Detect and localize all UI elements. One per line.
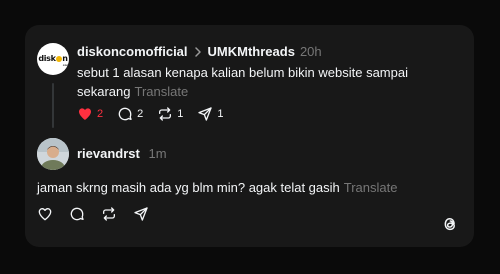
thread-card: disk n com diskoncomofficial UMKMthreads 2… (25, 25, 474, 247)
threads-logo-icon[interactable] (441, 215, 459, 233)
share-count: 1 (217, 108, 224, 120)
repost-count: 1 (177, 108, 184, 120)
share-icon (134, 207, 148, 221)
comment-count: 2 (137, 108, 144, 120)
diskon-logo: disk n com (38, 54, 69, 67)
repost-icon (103, 207, 115, 221)
comment-icon (118, 107, 132, 121)
post-text: sebut 1 alasan kenapa kalian belum bikin… (77, 65, 408, 99)
like-count: 2 (97, 108, 104, 120)
reply-share-button[interactable] (133, 206, 149, 222)
heart-icon (79, 108, 91, 120)
chevron-right-icon (194, 46, 201, 57)
share-icon (198, 107, 213, 121)
post-username[interactable]: diskoncomofficial (77, 43, 188, 60)
comment-icon (70, 207, 84, 221)
repost-icon (159, 107, 172, 121)
thread-connector-line (52, 83, 54, 128)
reply-time[interactable]: 1m (149, 146, 167, 161)
post-time[interactable]: 20h (300, 43, 322, 60)
reply-translate-link[interactable]: Translate (344, 180, 398, 195)
reply-text-block: jaman skrng masih ada yg blm min? agak t… (37, 179, 397, 196)
reply-actions (37, 206, 165, 222)
share-button[interactable]: 1 (197, 106, 224, 122)
post-translate-link[interactable]: Translate (134, 84, 188, 99)
heart-icon (38, 208, 52, 221)
reply-username[interactable]: rievandrst (77, 146, 140, 161)
reply-comment-button[interactable] (69, 206, 85, 222)
reply-header: rievandrst 1m (77, 145, 167, 162)
like-button[interactable]: 2 (77, 106, 103, 122)
post-text-block: sebut 1 alasan kenapa kalian belum bikin… (77, 63, 457, 101)
reply-to-username[interactable]: UMKMthreads (208, 43, 295, 60)
avatar-diskoncomofficial[interactable]: disk n com (37, 43, 69, 75)
repost-button[interactable]: 1 (157, 106, 183, 122)
post-header: diskoncomofficial UMKMthreads 20h (77, 43, 322, 60)
reply-repost-button[interactable] (101, 206, 117, 222)
reply-like-button[interactable] (37, 206, 53, 222)
reply-text: jaman skrng masih ada yg blm min? agak t… (37, 180, 340, 195)
avatar-photo (37, 138, 69, 170)
avatar-rievandrst[interactable] (37, 138, 69, 170)
comment-button[interactable]: 2 (117, 106, 143, 122)
post-actions: 2 2 1 1 (77, 106, 238, 122)
